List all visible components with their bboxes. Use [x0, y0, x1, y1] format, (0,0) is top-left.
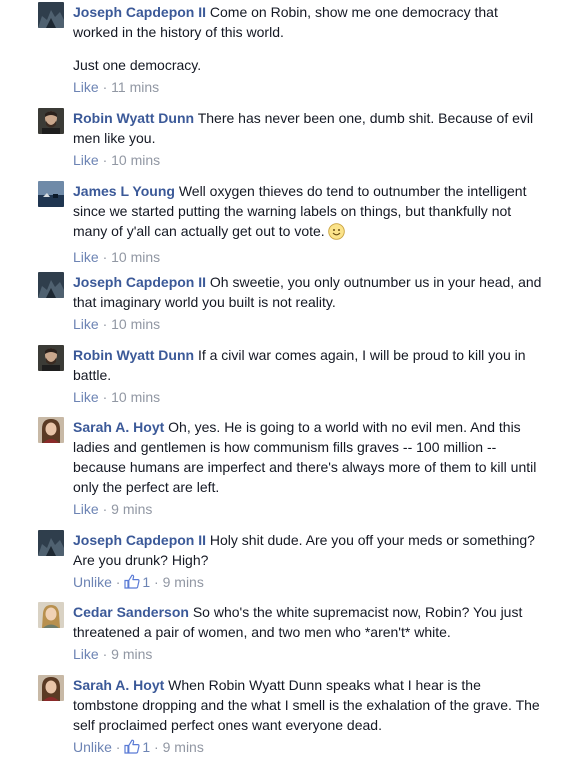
- avatar-icon: [38, 417, 64, 443]
- comment-text: Joseph Capdepon II Holy shit dude. Are y…: [73, 530, 543, 570]
- avatar[interactable]: [38, 2, 64, 28]
- like-count[interactable]: 1: [142, 739, 150, 755]
- like-link[interactable]: Like: [73, 501, 99, 517]
- comment-timestamp[interactable]: 10 mins: [111, 249, 160, 265]
- comment-actions: Like · 9 mins: [73, 645, 543, 663]
- like-link[interactable]: Like: [73, 646, 99, 662]
- comment-author[interactable]: Joseph Capdepon II: [73, 532, 206, 548]
- avatar[interactable]: [38, 181, 64, 207]
- comment-text: Robin Wyatt Dunn There has never been on…: [73, 108, 543, 148]
- avatar-icon: [38, 272, 64, 298]
- comment-author[interactable]: Sarah A. Hoyt: [73, 419, 164, 435]
- comment-message-line: Just one democracy.: [73, 57, 202, 73]
- separator: ·: [102, 152, 108, 168]
- separator: ·: [102, 249, 108, 265]
- avatar-icon: [38, 345, 64, 371]
- comment-author[interactable]: James L Young: [73, 183, 175, 199]
- avatar-icon: [38, 602, 64, 628]
- avatar-icon: [38, 108, 64, 134]
- separator: ·: [102, 316, 108, 332]
- comment-timestamp[interactable]: 9 mins: [163, 739, 204, 755]
- comment-author[interactable]: Joseph Capdepon II: [73, 274, 206, 290]
- comment-author[interactable]: Robin Wyatt Dunn: [73, 110, 194, 126]
- avatar-icon: [38, 530, 64, 556]
- avatar-icon: [38, 675, 64, 701]
- separator: ·: [115, 574, 121, 590]
- separator: ·: [154, 574, 159, 590]
- comment-author[interactable]: Cedar Sanderson: [73, 604, 189, 620]
- unlike-link[interactable]: Unlike: [73, 739, 112, 755]
- comment-actions: Like · 10 mins: [73, 151, 543, 169]
- comment-text: Sarah A. Hoyt Oh, yes. He is going to a …: [73, 417, 543, 497]
- avatar[interactable]: [38, 272, 64, 298]
- comment-actions: Unlike · 1 · 9 mins: [73, 738, 543, 758]
- separator: ·: [154, 739, 159, 755]
- smile-emoticon: [327, 223, 345, 245]
- comment-thread: Joseph Capdepon II Come on Robin, show m…: [0, 0, 586, 758]
- separator: ·: [102, 389, 108, 405]
- comment-author[interactable]: Joseph Capdepon II: [73, 4, 206, 20]
- comment-author[interactable]: Sarah A. Hoyt: [73, 677, 164, 693]
- comment-timestamp[interactable]: 10 mins: [111, 152, 160, 168]
- comment-actions: Like · 10 mins: [73, 388, 543, 406]
- comment-actions: Like · 9 mins: [73, 500, 543, 518]
- like-link[interactable]: Like: [73, 389, 99, 405]
- comment-actions: Unlike · 1 · 9 mins: [73, 573, 543, 593]
- avatar[interactable]: [38, 345, 64, 371]
- like-link[interactable]: Like: [73, 249, 99, 265]
- avatar-icon: [38, 181, 64, 207]
- comment-text: Cedar Sanderson So who's the white supre…: [73, 602, 543, 642]
- comment-author[interactable]: Robin Wyatt Dunn: [73, 347, 194, 363]
- avatar-icon: [38, 2, 64, 28]
- comment-timestamp[interactable]: 9 mins: [111, 501, 152, 517]
- separator: ·: [102, 501, 108, 517]
- comment-text: James L Young Well oxygen thieves do ten…: [73, 181, 543, 245]
- comment-text: Robin Wyatt Dunn If a civil war comes ag…: [73, 345, 543, 385]
- like-link[interactable]: Like: [73, 152, 99, 168]
- avatar[interactable]: [38, 417, 64, 443]
- like-link[interactable]: Like: [73, 316, 99, 332]
- thumbs-up-icon[interactable]: [124, 574, 140, 593]
- comment-timestamp[interactable]: 9 mins: [163, 574, 204, 590]
- avatar[interactable]: [38, 530, 64, 556]
- comment-timestamp[interactable]: 11 mins: [111, 79, 159, 95]
- unlike-link[interactable]: Unlike: [73, 574, 112, 590]
- comment-text: Joseph Capdepon II Oh sweetie, you only …: [73, 272, 543, 312]
- comment-actions: Like · 10 mins: [73, 248, 543, 266]
- comment-timestamp[interactable]: 10 mins: [111, 316, 160, 332]
- comment-text: Joseph Capdepon II Come on Robin, show m…: [73, 2, 543, 75]
- comment-actions: Like · 10 mins: [73, 315, 543, 333]
- comment-timestamp[interactable]: 9 mins: [111, 646, 152, 662]
- avatar[interactable]: [38, 675, 64, 701]
- thumbs-up-icon[interactable]: [124, 739, 140, 758]
- like-link[interactable]: Like: [73, 79, 99, 95]
- comment-timestamp[interactable]: 10 mins: [111, 389, 160, 405]
- separator: ·: [102, 79, 108, 95]
- comment-actions: Like · 11 mins: [73, 78, 543, 96]
- avatar[interactable]: [38, 108, 64, 134]
- like-count[interactable]: 1: [142, 574, 150, 590]
- separator: ·: [115, 739, 121, 755]
- separator: ·: [102, 646, 108, 662]
- comment-text: Sarah A. Hoyt When Robin Wyatt Dunn spea…: [73, 675, 543, 735]
- avatar[interactable]: [38, 602, 64, 628]
